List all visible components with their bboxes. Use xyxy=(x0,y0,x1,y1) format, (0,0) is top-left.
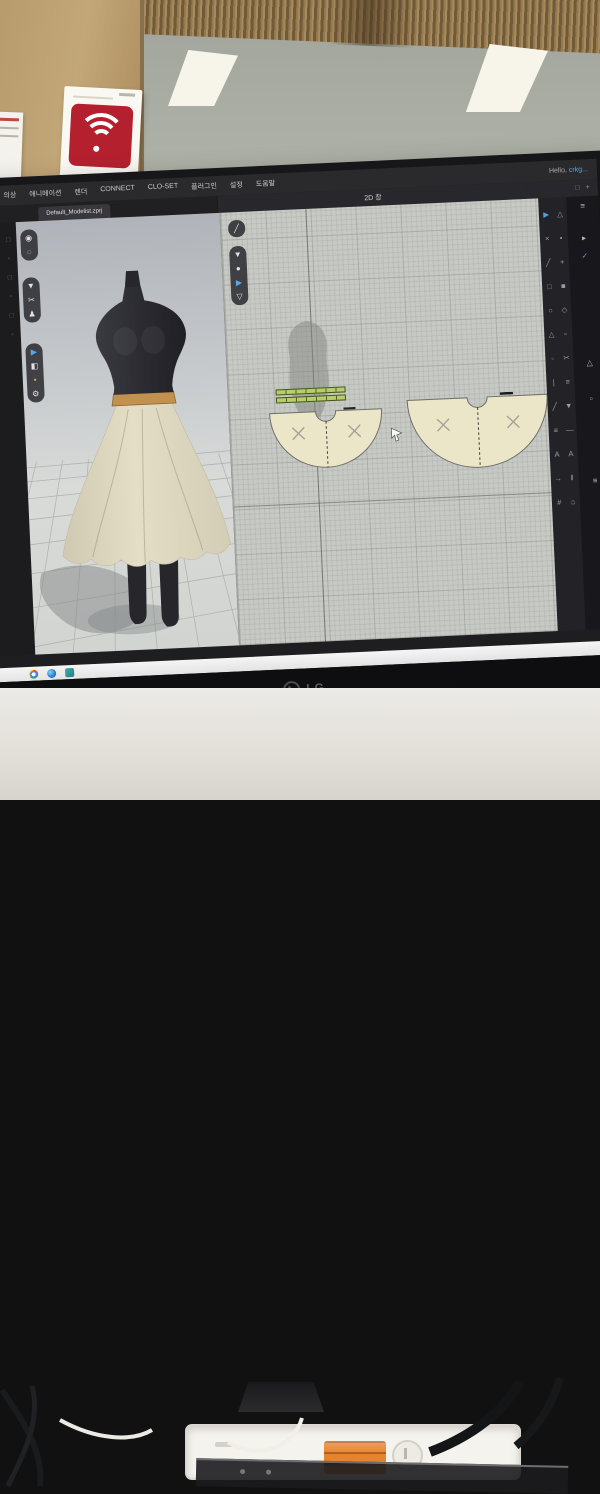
greeting-text: Hello, xyxy=(549,166,569,174)
toolbar-3d-view: ◉◌ xyxy=(20,229,38,261)
pattern-label-icon[interactable]: A xyxy=(568,449,573,458)
seam-cut-icon[interactable]: ✂ xyxy=(563,353,570,362)
edit-curvature-icon[interactable]: ╱ xyxy=(546,257,551,266)
shirt-2d-icon[interactable]: ▼ xyxy=(234,250,242,259)
internal-rectangle-icon[interactable]: ▫ xyxy=(564,329,567,338)
view-mesh-icon[interactable]: ◌ xyxy=(27,247,32,256)
polygon-tool-icon[interactable]: □ xyxy=(547,281,552,290)
mannequin-icon[interactable]: • xyxy=(34,375,37,384)
text-tool-icon[interactable]: A xyxy=(554,449,559,458)
viewport-3d[interactable]: ◉◌ ▼✂♟ ▶◧•⚙ xyxy=(15,213,238,655)
settings-gear-icon[interactable]: ⚙ xyxy=(32,389,40,398)
buttonhole-icon[interactable]: ‖ xyxy=(570,473,574,482)
scissors-icon[interactable]: ✂ xyxy=(28,295,35,304)
sewing-machine-icon[interactable]: ⌂ xyxy=(571,497,576,506)
grading-icon[interactable]: ≡ xyxy=(553,425,558,434)
workspace: □ ◦ □ ◦ □ ◦ xyxy=(0,196,600,657)
username-link[interactable]: crkg... xyxy=(569,166,588,174)
edit-pattern-icon[interactable]: × xyxy=(545,233,550,242)
desk xyxy=(0,688,600,800)
pattern-piece-back[interactable] xyxy=(404,390,553,475)
history-icon[interactable]: ◦ xyxy=(7,331,17,338)
circle-tool-icon[interactable]: ○ xyxy=(548,305,553,314)
pop-out-icon[interactable]: □ xyxy=(575,185,580,192)
garment-browser-icon[interactable]: ◦ xyxy=(4,255,14,262)
sphere-dark-icon[interactable]: ● xyxy=(236,264,241,273)
menu-item[interactable]: 의상 xyxy=(3,190,16,201)
axis-horizontal xyxy=(234,492,552,507)
menu-item[interactable]: 렌더 xyxy=(74,187,87,198)
rectangle-tool-icon[interactable]: ■ xyxy=(561,281,566,290)
check-icon[interactable]: ✓ xyxy=(569,251,600,261)
panel-box-icon[interactable]: ▫ xyxy=(575,393,600,403)
internal-circle-icon[interactable]: ◦ xyxy=(551,353,554,362)
trace-icon[interactable]: ╱ xyxy=(552,401,557,410)
toolbar-3d-objects: ▼ ✂ ♟ xyxy=(22,277,41,323)
measure-tape-icon[interactable]: — xyxy=(566,425,574,434)
seam-label-mark xyxy=(343,407,355,410)
trim-browser-icon[interactable]: □ xyxy=(7,312,17,319)
view-garment-icon[interactable]: ◉ xyxy=(25,233,32,242)
shirt-outline-icon[interactable]: ▽ xyxy=(236,292,243,301)
fabric-icon[interactable]: ◧ xyxy=(31,361,39,370)
avatar-3d-torso[interactable] xyxy=(93,269,189,396)
sign-caption-line xyxy=(73,95,113,99)
chrome-icon[interactable] xyxy=(29,669,38,678)
dart-tool-icon[interactable]: ◇ xyxy=(561,305,567,314)
menu-hamburger-icon[interactable]: ≡ xyxy=(566,201,598,211)
menu-item[interactable]: CONNECT xyxy=(100,185,135,197)
menu-item[interactable]: 플러그인 xyxy=(191,181,217,192)
menu-item[interactable]: 애니메이션 xyxy=(29,188,62,199)
project-tab-label: Default_Modelist.zprj xyxy=(46,208,102,217)
avatar-icon[interactable]: ♟ xyxy=(28,309,36,318)
play-icon[interactable]: ▸ xyxy=(568,233,600,243)
seam-label-mark xyxy=(500,392,513,395)
panel-list-icon[interactable]: ≡ xyxy=(579,475,600,485)
hanger-icon[interactable]: △ xyxy=(574,358,600,368)
edit-point-icon[interactable]: • xyxy=(560,233,563,242)
mouse-cursor xyxy=(390,427,405,444)
sign-caption-line xyxy=(119,93,135,97)
notice-sign xyxy=(0,111,23,182)
edge-icon[interactable] xyxy=(47,668,56,677)
toolbar-2d-display: ▼ ● ▶ ▽ xyxy=(229,246,249,306)
wall-corner-shadow xyxy=(329,0,417,48)
viewport-2d[interactable]: ╱ ▼ ● ▶ ▽ xyxy=(219,198,558,645)
menu-item[interactable]: 도움말 xyxy=(256,178,276,189)
fabric-shirt-icon[interactable]: ▼ xyxy=(565,401,573,410)
simulation-icon[interactable]: ▶ xyxy=(31,347,38,356)
transform-pattern-icon[interactable]: ▶ xyxy=(543,209,549,218)
notch-icon[interactable]: | xyxy=(553,377,555,386)
toolbar-2d-edit: ╱ xyxy=(228,220,246,238)
transform-sketch-icon[interactable]: △ xyxy=(557,209,563,218)
office-room: 의상 애니메이션 렌더 CONNECT CLO-SET 플러그인 설정 도움말 Hello, … xyxy=(0,0,600,800)
avatar-browser-icon[interactable]: □ xyxy=(5,274,15,281)
clo-app-icon[interactable] xyxy=(65,667,74,676)
menu-item[interactable]: CLO-SET xyxy=(148,183,179,194)
add-view-icon[interactable]: + xyxy=(585,184,589,191)
scene-3d xyxy=(15,213,238,655)
account-greeting[interactable]: Hello, crkg... xyxy=(549,165,597,174)
pattern-piece-front[interactable] xyxy=(267,406,386,475)
seam-allowance-icon[interactable]: ≡ xyxy=(565,377,570,386)
zipper-icon[interactable]: # xyxy=(557,497,562,506)
annotation-arrow-icon[interactable]: → xyxy=(554,473,562,482)
edit-pattern-pen-icon[interactable]: ╱ xyxy=(234,224,239,233)
avatar-ghost-silhouette xyxy=(280,320,336,422)
wifi-available-sign xyxy=(60,86,143,184)
menu-item[interactable]: 설정 xyxy=(230,180,243,191)
wifi-red-panel xyxy=(68,103,133,168)
internal-polygon-icon[interactable]: △ xyxy=(548,329,554,338)
toolbar-3d-modes: ▶ ◧ • ⚙ xyxy=(25,343,45,403)
shirt-icon[interactable]: ▼ xyxy=(27,281,35,290)
view2d-title-label: 2D 창 xyxy=(364,192,382,203)
sync-2d-icon[interactable]: ▶ xyxy=(236,278,243,287)
lg-monitor: 의상 애니메이션 렌더 CONNECT CLO-SET 플러그인 설정 도움말 Hello, … xyxy=(0,150,600,724)
fabric-browser-icon[interactable]: ◦ xyxy=(6,293,16,300)
clo3d-app-window: 의상 애니메이션 렌더 CONNECT CLO-SET 플러그인 설정 도움말 Hello, … xyxy=(0,159,600,683)
library-icon[interactable]: □ xyxy=(3,236,13,243)
add-point-icon[interactable]: + xyxy=(560,257,565,266)
